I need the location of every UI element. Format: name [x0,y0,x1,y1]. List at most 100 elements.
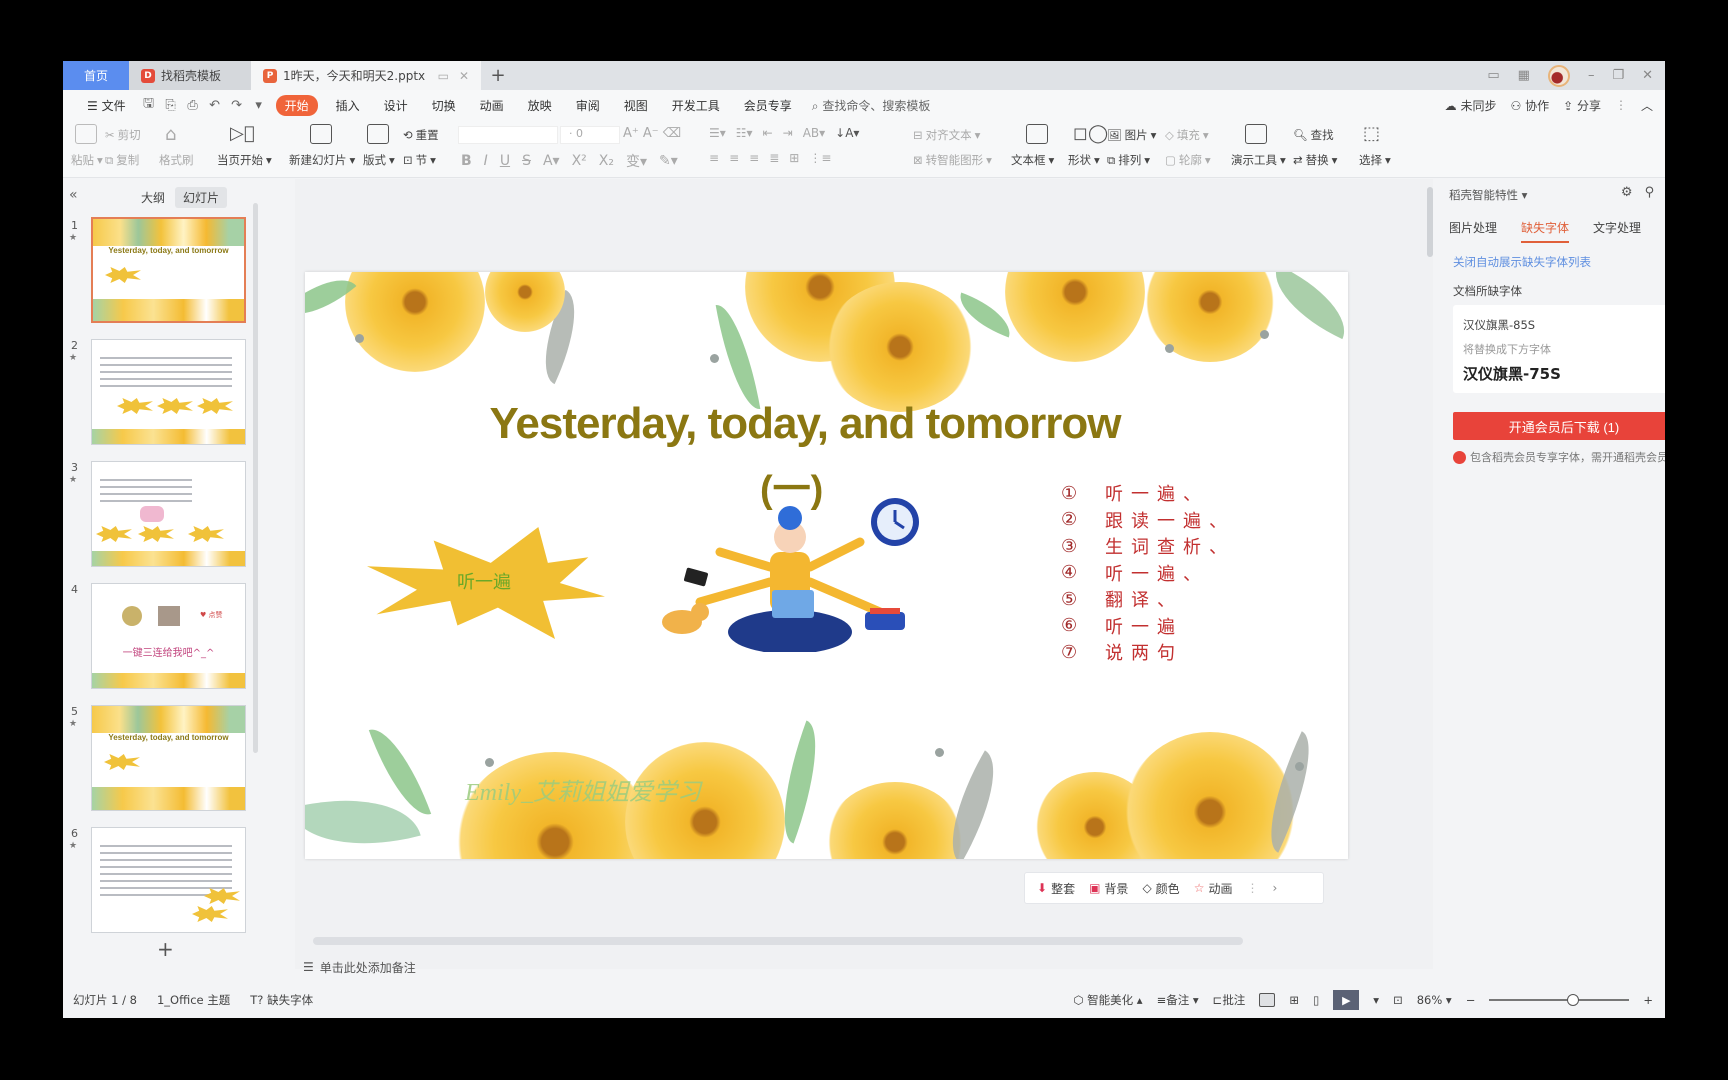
font-grow-shrink-icons[interactable]: A⁺ A⁻ ⌫ [623,126,681,141]
find-button[interactable]: 🔍︎ 查找 [1293,127,1334,143]
align-center-icon[interactable]: ≡ [729,151,739,165]
play-options-icon[interactable]: ▾ [1373,993,1379,1007]
slide-thumbnail-3[interactable] [91,461,246,567]
collaborate-button[interactable]: ⚇ 协作 [1510,97,1549,114]
slide-sorter-icon[interactable]: ⊞ [1289,993,1299,1007]
sync-status[interactable]: ☁ 未同步 [1445,97,1497,114]
undo-icon[interactable]: ↶ [204,98,226,113]
export-pdf-icon[interactable]: ⎘ [160,98,182,113]
download-fonts-button[interactable]: 开通会员后下载 (1) [1453,412,1665,440]
new-slide-button[interactable]: 新建幻灯片 ▾ [289,152,355,168]
font-color-icon[interactable]: A▾ [543,153,560,169]
notes-toggle-button[interactable]: ≡备注 ▾ [1157,992,1199,1008]
tab-missing-fonts[interactable]: 缺失字体 [1521,219,1570,243]
smart-beautify-button[interactable]: ⬡ 智能美化 ▴ [1073,992,1142,1008]
theme-name[interactable]: 1_Office 主题 [157,992,230,1008]
pin-icon[interactable]: ▭ [438,69,449,83]
arrange-button[interactable]: ⧉ 排列 ▾ [1107,152,1150,168]
section-button[interactable]: ⊡ 节 ▾ [403,152,436,168]
menu-design[interactable]: 设计 [372,97,420,114]
bold-icon[interactable]: B [461,153,472,169]
font-name-select[interactable] [458,126,558,144]
menu-member[interactable]: 会员专享 [732,97,804,114]
tab-home[interactable]: 首页 [63,61,129,90]
tab-text-processing[interactable]: 文字处理 [1593,219,1641,243]
slide-canvas[interactable]: Yesterday, today, and tomorrow (一) 听一遍 ①… [305,272,1348,859]
add-slide-button[interactable]: + [157,937,174,961]
thumbnail-scrollbar[interactable] [253,203,258,753]
theme-set-button[interactable]: ⬇ 整套 [1037,880,1075,897]
slide-thumbnail-1[interactable]: Yesterday, today, and tomorrow [91,217,246,323]
menu-view[interactable]: 视图 [612,97,660,114]
align-right-icon[interactable]: ≡ [749,151,759,165]
background-button[interactable]: ▣ 背景 [1089,880,1128,897]
vertical-scrollbar[interactable] [1427,179,1433,959]
numbered-list-icon[interactable]: ☷▾ [736,126,753,140]
color-button[interactable]: ◇ 颜色 [1142,880,1179,897]
play-from-current-button[interactable]: 当页开始 ▾ [217,152,272,168]
settings-icon[interactable]: ⚙ [1621,185,1633,200]
tab-image-processing[interactable]: 图片处理 [1449,219,1497,243]
column-icon[interactable]: ⋮≡ [809,151,831,165]
menu-insert[interactable]: 插入 [324,97,372,114]
tab-slides[interactable]: 幻灯片 [175,187,228,208]
paste-button[interactable]: 粘贴 ▾ [71,152,103,168]
menu-review[interactable]: 审阅 [564,97,612,114]
copy-button[interactable]: ⧉ 复制 [105,152,139,168]
justify-icon[interactable]: ≣ [769,151,779,165]
starburst-text[interactable]: 听一遍 [457,568,511,594]
file-menu[interactable]: ☰ 文件 [75,97,138,114]
picture-button[interactable]: 🖼 图片 ▾ [1107,127,1156,143]
steps-list[interactable]: ① 听一遍、 ② 跟读一遍、 ③ 生词查析、 ④ 听一遍、 ⑤ 翻译、 ⑥ 听一遍 ⑦ 说两句 [1061,480,1235,666]
panel-title[interactable]: 稻壳智能特性 ▾ [1449,187,1527,203]
close-tab-icon[interactable]: ✕ [459,69,469,83]
apps-grid-icon[interactable]: ▦ [1518,68,1530,83]
slide-thumbnail-2[interactable] [91,339,246,445]
slide-thumbnail-5[interactable]: Yesterday, today, and tomorrow [91,705,246,811]
tab-template[interactable]: D 找稻壳模板 [129,61,251,90]
slide-title[interactable]: Yesterday, today, and tomorrow [305,399,1305,449]
layout-button[interactable]: 版式 ▾ [363,152,395,168]
smart-art-button[interactable]: ⊠ 转智能图形 ▾ [913,152,992,168]
save-icon[interactable]: 🖫 [138,94,160,116]
layout-icon[interactable]: ▭ [1487,68,1499,83]
collapse-ribbon-icon[interactable]: ︿ [1641,97,1653,114]
menu-slideshow[interactable]: 放映 [516,97,564,114]
slide-thumbnail-6[interactable] [91,827,246,933]
line-spacing-icon[interactable]: ↓A▾ [835,126,859,140]
close-window-button[interactable]: ✕ [1642,68,1653,83]
horizontal-scrollbar[interactable] [313,937,1243,945]
align-left-icon[interactable]: ≡ [709,151,719,165]
zoom-slider[interactable] [1489,994,1630,1006]
play-slideshow-button[interactable]: ▶ [1333,990,1360,1010]
customize-quick-access-icon[interactable]: ▾ [248,98,270,113]
replace-button[interactable]: ⇄ 替换 ▾ [1293,152,1337,168]
char-spacing-icon[interactable]: 变▾ [626,151,647,171]
zoom-slider-knob[interactable] [1567,994,1580,1006]
strikethrough-icon[interactable]: S [522,153,531,169]
more-icon[interactable]: ⋮ [1615,98,1627,112]
menu-developer[interactable]: 开发工具 [660,97,732,114]
fit-window-icon[interactable]: ⊡ [1393,993,1403,1007]
shape-button[interactable]: 形状 ▾ [1068,152,1100,168]
menu-home[interactable]: 开始 [275,94,318,116]
reading-view-icon[interactable]: ▯ [1313,993,1319,1007]
missing-font-status[interactable]: T? 缺失字体 [250,992,313,1008]
zoom-in-button[interactable]: + [1643,993,1653,1007]
minimize-button[interactable]: – [1588,68,1595,83]
tab-outline[interactable]: 大纲 [133,187,173,208]
command-search[interactable]: ⌕ 查找命令、搜索模板 [812,97,931,114]
redo-icon[interactable]: ↷ [226,98,248,113]
decrease-indent-icon[interactable]: ⇤ [763,126,773,140]
align-text-button[interactable]: ⊟ 对齐文本 ▾ [913,127,980,143]
multitasking-woman-illustration[interactable] [660,482,920,652]
disable-auto-show-link[interactable]: 关闭自动展示缺失字体列表 [1453,254,1591,270]
menu-transition[interactable]: 切换 [420,97,468,114]
collapse-panel-icon[interactable]: « [69,187,78,203]
zoom-level[interactable]: 86% ▾ [1417,993,1452,1007]
comments-button[interactable]: ⊏批注 [1213,992,1246,1008]
slide-thumbnail-4[interactable]: ♥ 点赞 一键三连给我吧^_^ [91,583,246,689]
reset-button[interactable]: ⟲ 重置 [403,127,439,143]
share-button[interactable]: ⇪ 分享 [1563,97,1601,114]
highlight-icon[interactable]: ✎▾ [659,153,678,169]
